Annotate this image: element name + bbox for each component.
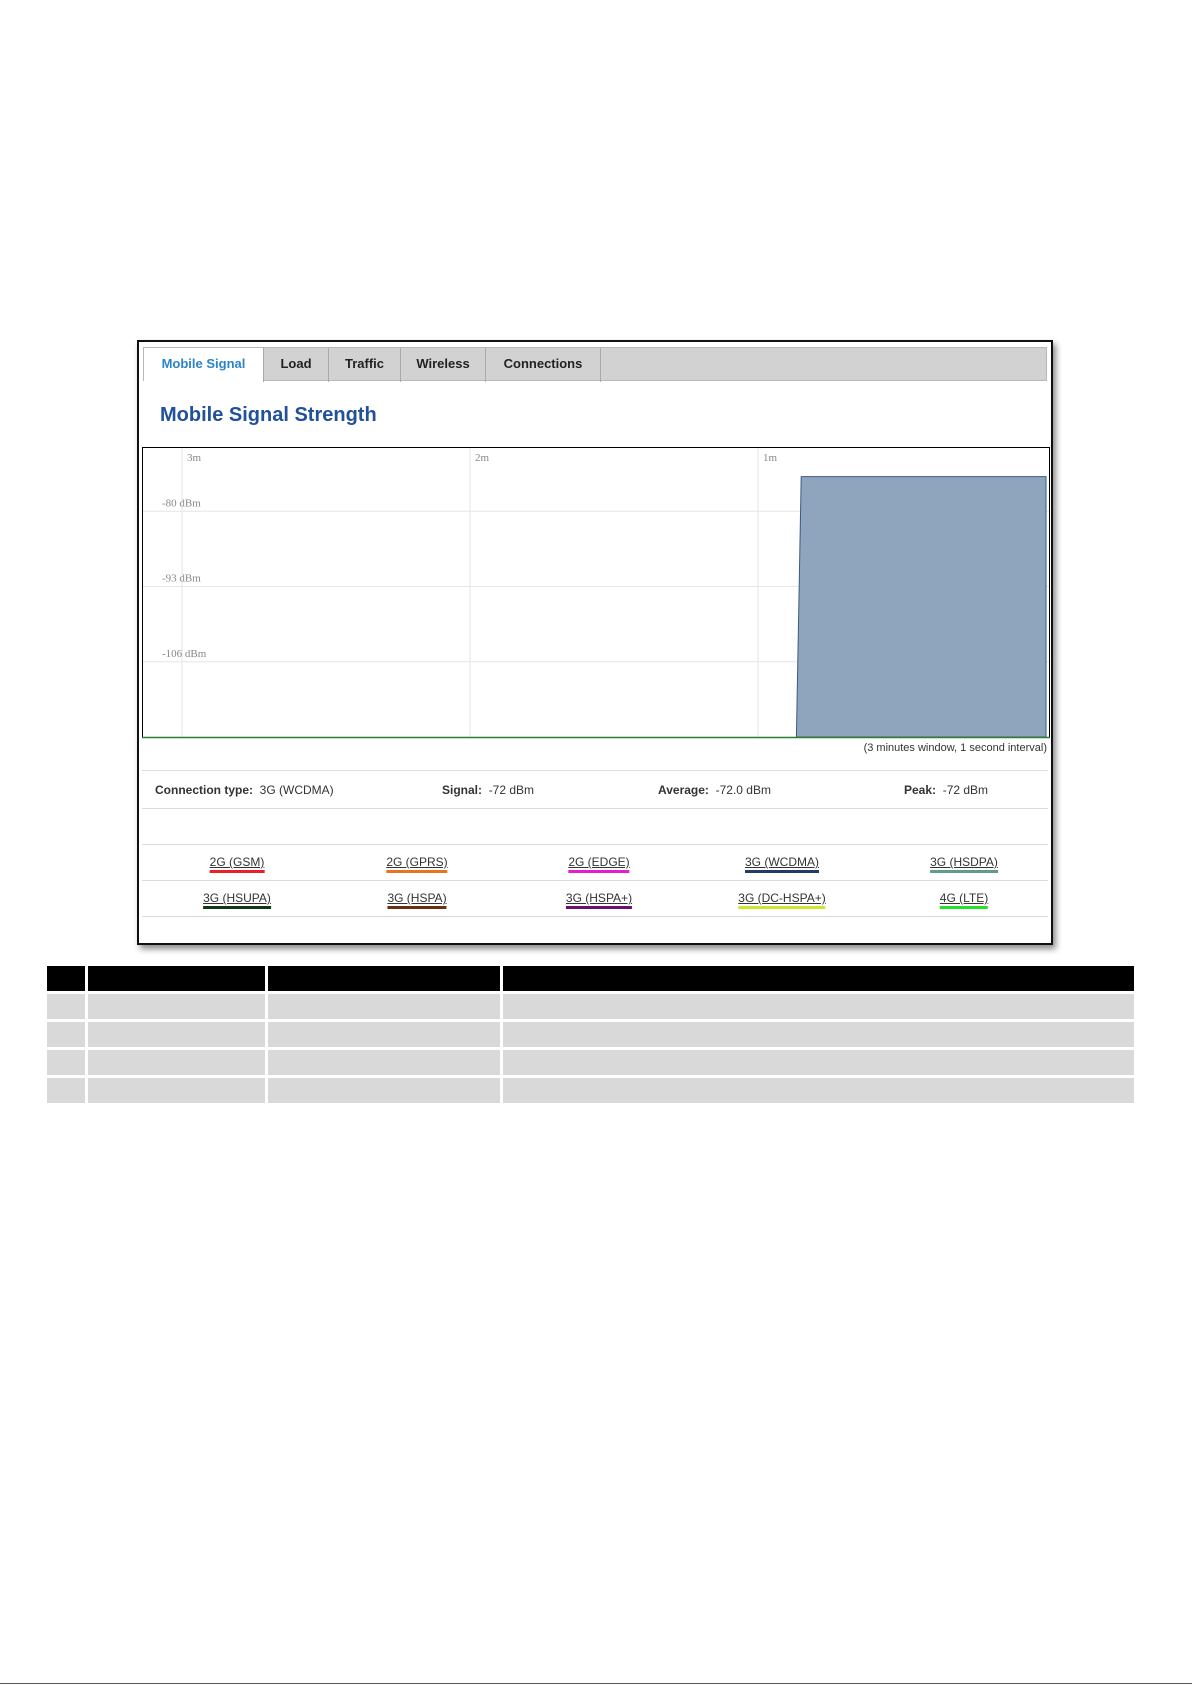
legend-label: 3G (HSPA+) xyxy=(565,891,633,905)
legend-item[interactable]: 3G (HSDPA) xyxy=(930,855,998,873)
table-row xyxy=(47,994,1134,1019)
tab-bar: Mobile Signal Load Traffic Wireless Conn… xyxy=(143,347,1047,382)
connection-type-label: Connection type: xyxy=(155,783,253,797)
page-footer-line xyxy=(0,1683,1192,1684)
legend-color-bar xyxy=(745,870,819,873)
legend-item[interactable]: 3G (DC-HSPA+) xyxy=(738,891,826,909)
y-tick-label: -106 dBm xyxy=(162,648,207,660)
legend-color-bar xyxy=(203,906,271,909)
legend-item[interactable]: 4G (LTE) xyxy=(939,891,989,909)
peak-value: -72 dBm xyxy=(942,783,989,797)
legend-label: 2G (EDGE) xyxy=(568,855,630,869)
stat-connection-type: Connection type: 3G (WCDMA) xyxy=(155,783,334,797)
legend-color-bar xyxy=(738,906,826,909)
legend-item[interactable]: 2G (GPRS) xyxy=(386,855,448,873)
table-header-cell xyxy=(85,966,265,991)
legend-item[interactable]: 3G (WCDMA) xyxy=(745,855,819,873)
table-header-cell xyxy=(500,966,1134,991)
signal-value: -72 dBm xyxy=(488,783,535,797)
tab-load[interactable]: Load xyxy=(264,348,329,382)
table-header-cell xyxy=(265,966,500,991)
screenshot-frame: Mobile Signal Load Traffic Wireless Conn… xyxy=(137,340,1053,945)
average-value: -72.0 dBm xyxy=(715,783,771,797)
legend-label: 3G (HSPA) xyxy=(387,891,447,905)
table-row xyxy=(47,1050,1134,1075)
legend-color-bar xyxy=(568,870,630,873)
signal-area xyxy=(795,476,1047,738)
legend-item[interactable]: 2G (EDGE) xyxy=(568,855,630,873)
table-header-cell xyxy=(47,966,85,991)
legend-color-bar xyxy=(386,870,448,873)
legend-color-bar xyxy=(209,870,265,873)
tab-mobile-signal[interactable]: Mobile Signal xyxy=(144,347,264,382)
connection-type-value: 3G (WCDMA) xyxy=(259,783,334,797)
x-tick-label: 1m xyxy=(763,452,778,464)
legend-label: 3G (HSUPA) xyxy=(203,891,271,905)
legend-color-bar xyxy=(387,906,447,909)
legend-label: 4G (LTE) xyxy=(939,891,989,905)
y-tick-label: -93 dBm xyxy=(162,573,201,585)
table-header xyxy=(47,966,1134,991)
legend-color-bar xyxy=(565,906,633,909)
stat-peak: Peak: -72 dBm xyxy=(904,783,988,797)
y-tick-label: -80 dBm xyxy=(162,497,201,509)
legend-color-bar xyxy=(939,906,989,909)
legend-item[interactable]: 2G (GSM) xyxy=(209,855,265,873)
data-table xyxy=(47,963,1134,1106)
tab-traffic[interactable]: Traffic xyxy=(329,348,401,382)
x-tick-label: 3m xyxy=(187,452,202,464)
legend-item[interactable]: 3G (HSPA) xyxy=(387,891,447,909)
stat-signal: Signal: -72 dBm xyxy=(442,783,534,797)
stat-average: Average: -72.0 dBm xyxy=(658,783,771,797)
legend-color-bar xyxy=(930,870,998,873)
legend-label: 3G (WCDMA) xyxy=(745,855,819,869)
legend-item[interactable]: 3G (HSUPA) xyxy=(203,891,271,909)
tab-connections[interactable]: Connections xyxy=(486,348,601,382)
page-title: Mobile Signal Strength xyxy=(160,404,377,426)
divider xyxy=(142,844,1048,845)
divider xyxy=(142,880,1048,881)
legend-label: 3G (HSDPA) xyxy=(930,855,998,869)
peak-label: Peak: xyxy=(904,783,937,797)
signal-label: Signal: xyxy=(442,783,483,797)
legend-label: 3G (DC-HSPA+) xyxy=(738,891,826,905)
x-tick-label: 2m xyxy=(475,452,490,464)
legend-label: 2G (GSM) xyxy=(209,855,265,869)
divider xyxy=(142,916,1048,917)
divider xyxy=(142,808,1048,809)
table-row xyxy=(47,1022,1134,1047)
graph-interval-note: (3 minutes window, 1 second interval) xyxy=(863,742,1047,754)
table-row xyxy=(47,1078,1134,1103)
tab-wireless[interactable]: Wireless xyxy=(401,348,486,382)
legend-label: 2G (GPRS) xyxy=(386,855,448,869)
legend-item[interactable]: 3G (HSPA+) xyxy=(565,891,633,909)
signal-graph: 3m 2m 1m -80 dBm -93 dBm -106 dBm xyxy=(142,447,1050,739)
divider xyxy=(142,770,1048,771)
average-label: Average: xyxy=(658,783,709,797)
